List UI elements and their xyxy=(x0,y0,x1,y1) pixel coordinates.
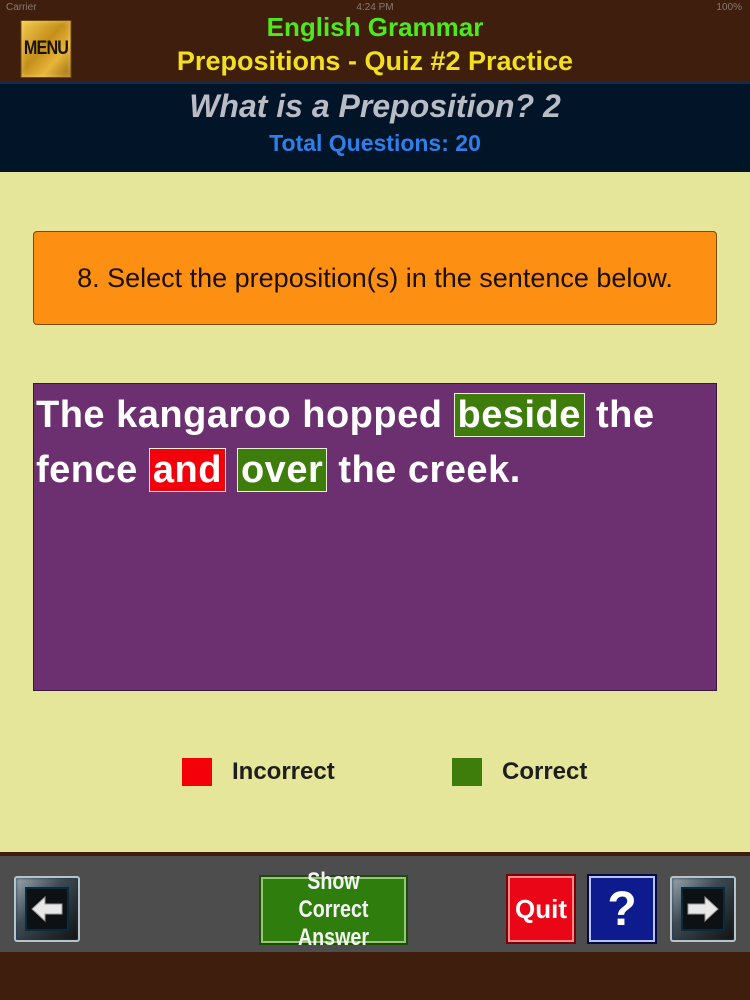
sentence-word[interactable]: beside xyxy=(453,393,585,437)
legend-correct-label: Correct xyxy=(502,758,588,785)
sentence-panel: The kangaroo hopped beside the fence and… xyxy=(33,383,717,691)
app-title: English Grammar xyxy=(266,12,484,42)
sentence-word[interactable]: the xyxy=(596,394,655,436)
legend-incorrect-label: Incorrect xyxy=(232,758,335,785)
legend-correct: Correct xyxy=(452,757,587,787)
help-button[interactable]: ? xyxy=(589,876,655,942)
sentence-word[interactable]: over xyxy=(236,448,328,492)
sentence-word[interactable]: and xyxy=(148,448,226,492)
show-correct-answer-button[interactable]: Show Correct Answer xyxy=(261,868,406,951)
app-subtitle: Prepositions - Quiz #2 Practice xyxy=(176,46,574,76)
legend-incorrect: Incorrect xyxy=(182,757,335,787)
sentence-word[interactable]: creek. xyxy=(408,449,521,491)
question-text: 8. Select the preposition(s) in the sent… xyxy=(77,263,673,293)
sentence-word[interactable]: the xyxy=(338,449,397,491)
quit-button[interactable]: Quit xyxy=(508,876,574,942)
incorrect-swatch xyxy=(182,758,212,786)
sentence-text: The kangaroo hopped beside the fence and… xyxy=(36,388,696,498)
question-prompt: 8. Select the preposition(s) in the sent… xyxy=(33,231,717,325)
quiz-title-band: What is a Preposition? 2 Total Questions… xyxy=(0,82,750,172)
next-button[interactable] xyxy=(670,876,736,942)
correct-swatch xyxy=(452,758,482,786)
show-answer-line2: Correct Answer xyxy=(297,896,370,951)
app-header: Carrier 4:24 PM 100% MENU English Gramma… xyxy=(0,0,750,82)
show-answer-line1: Show xyxy=(307,868,360,895)
back-button[interactable] xyxy=(14,876,80,942)
sentence-word[interactable]: hopped xyxy=(302,394,442,436)
quiz-title: What is a Preposition? 2 xyxy=(189,88,561,124)
sentence-word[interactable]: The xyxy=(36,394,105,436)
total-questions: Total Questions: 20 xyxy=(269,130,481,156)
arrow-left-icon xyxy=(25,887,69,931)
footer-strip xyxy=(0,952,750,1000)
sentence-word[interactable]: kangaroo xyxy=(116,394,291,436)
bottom-toolbar: Show Correct Answer Quit ? xyxy=(0,852,750,952)
arrow-right-icon xyxy=(681,887,725,931)
sentence-word[interactable]: fence xyxy=(36,449,138,491)
